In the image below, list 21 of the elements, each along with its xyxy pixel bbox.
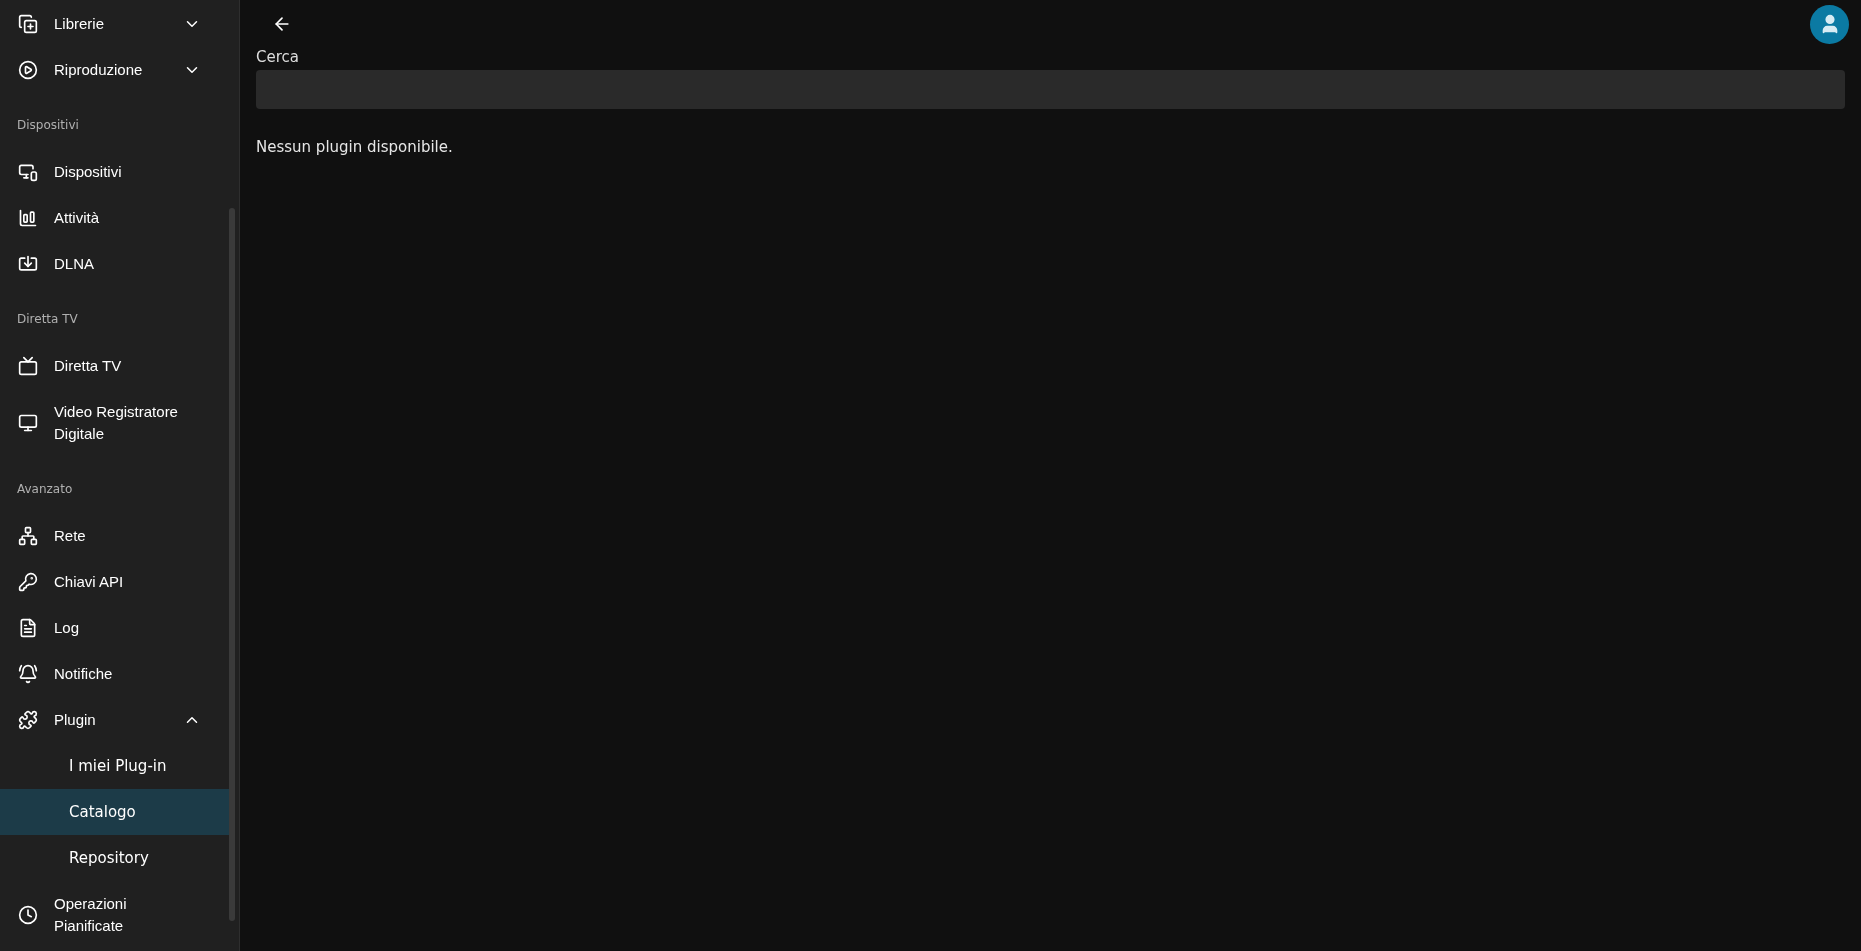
sidebar-item[interactable]: Rete <box>0 513 229 559</box>
sidebar-item[interactable]: Attività <box>0 195 229 241</box>
sidebar-subitem[interactable]: I miei Plug-in <box>0 743 229 789</box>
empty-message: Nessun plugin disponibile. <box>256 137 454 158</box>
sidebar-item[interactable]: Notifiche <box>0 651 229 697</box>
section-header: Diretta TV <box>17 311 78 327</box>
sidebar-item[interactable]: Plugin <box>0 697 229 743</box>
section-header: Dispositivi <box>17 117 79 133</box>
sidebar-item[interactable]: Diretta TV <box>0 343 229 389</box>
sidebar-item[interactable]: Dispositivi <box>0 149 229 195</box>
section-header: Avanzato <box>17 481 73 497</box>
sidebar-item[interactable]: Riproduzione <box>0 47 229 93</box>
sidebar-item[interactable]: DLNA <box>0 241 229 287</box>
sidebar-subitem[interactable]: Catalogo <box>0 789 229 835</box>
sidebar-item[interactable]: Operazioni Pianificate <box>0 881 229 949</box>
sidebar-subitem[interactable]: Repository <box>0 835 229 881</box>
sidebar-item[interactable]: Video Registratore Digitale <box>0 389 229 457</box>
sidebar-item[interactable]: Librerie <box>0 1 229 47</box>
sidebar-item[interactable]: Log <box>0 605 229 651</box>
sidebar-item[interactable]: Chiavi API <box>0 559 229 605</box>
field-label: Cerca <box>256 47 300 67</box>
